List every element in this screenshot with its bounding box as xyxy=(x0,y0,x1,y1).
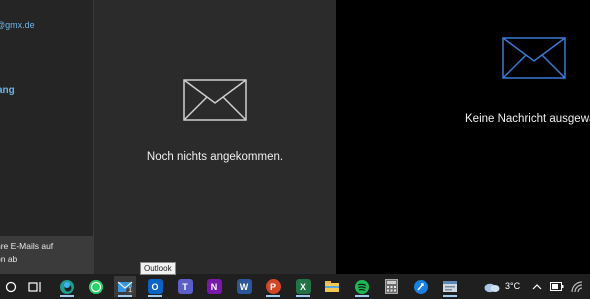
show-hidden-icons-button[interactable] xyxy=(526,276,548,297)
taskbar-app-powerpoint[interactable]: P xyxy=(262,276,284,297)
taskbar-app-window[interactable] xyxy=(439,276,461,297)
taskbar-app-whatsapp[interactable] xyxy=(85,276,107,297)
running-indicator xyxy=(118,295,132,297)
running-indicator xyxy=(355,295,369,297)
task-view-button[interactable] xyxy=(24,276,46,297)
running-indicator xyxy=(443,295,457,297)
taskbar-tooltip: Outlook xyxy=(140,262,176,275)
no-message-selected-text: Keine Nachricht ausgewä xyxy=(465,113,590,125)
window-app-icon xyxy=(443,281,457,292)
selected-folder-label[interactable]: ang xyxy=(0,85,15,96)
taskbar-app-excel[interactable]: X xyxy=(292,276,314,297)
task-view-icon xyxy=(28,281,41,292)
calculator-icon xyxy=(384,279,398,294)
whatsapp-icon xyxy=(89,279,103,294)
taskbar: 1 O T N W P X 3°C xyxy=(0,274,590,299)
excel-icon: X xyxy=(295,279,311,294)
account-email[interactable]: @gmx.de xyxy=(0,20,35,30)
taskbar-app-spotify[interactable] xyxy=(351,276,373,297)
teams-icon: T xyxy=(177,279,193,294)
running-indicator xyxy=(148,295,162,297)
promo-line-1: hre E-Mails auf xyxy=(0,241,54,251)
search-button[interactable] xyxy=(0,276,22,297)
running-indicator xyxy=(296,295,310,297)
running-indicator xyxy=(60,295,74,297)
taskbar-app-outlook[interactable]: O xyxy=(144,276,166,297)
weather-widget[interactable] xyxy=(481,276,503,297)
envelope-icon xyxy=(183,79,247,121)
weather-temperature[interactable]: 3°C xyxy=(505,281,520,291)
unread-badge: 1 xyxy=(126,287,134,294)
powerpoint-icon: P xyxy=(265,279,281,294)
taskbar-app-edge[interactable] xyxy=(56,276,78,297)
taskbar-app-teams[interactable]: T xyxy=(174,276,196,297)
word-icon: W xyxy=(236,279,252,294)
envelope-icon xyxy=(502,37,566,79)
reading-pane: Keine Nachricht ausgewä xyxy=(336,0,590,274)
promo-line-2: on ab xyxy=(0,254,18,264)
empty-list-message: Noch nichts angekommen. xyxy=(146,151,284,163)
taskbar-app-blue[interactable] xyxy=(410,276,432,297)
taskbar-app-file-explorer[interactable] xyxy=(321,276,343,297)
onenote-icon: N xyxy=(206,279,222,294)
cloud-icon xyxy=(484,283,500,292)
taskbar-app-calculator[interactable] xyxy=(380,276,402,297)
folder-pane: @gmx.de ang hre E-Mails auf on ab xyxy=(0,0,93,274)
taskbar-app-mail[interactable]: 1 xyxy=(114,276,136,297)
battery-button[interactable] xyxy=(546,276,568,297)
taskbar-app-word[interactable]: W xyxy=(233,276,255,297)
edge-icon xyxy=(60,279,74,294)
spotify-icon xyxy=(355,279,369,294)
promo-banner[interactable]: hre E-Mails auf on ab xyxy=(0,236,93,274)
folder-icon xyxy=(325,281,339,292)
search-circle-icon xyxy=(5,281,17,292)
chevron-up-icon xyxy=(532,284,542,290)
taskbar-app-onenote[interactable]: N xyxy=(203,276,225,297)
running-indicator xyxy=(266,295,280,297)
network-icon xyxy=(571,280,583,292)
network-button[interactable] xyxy=(566,276,588,297)
battery-icon xyxy=(550,282,564,291)
message-list-pane: Noch nichts angekommen. xyxy=(94,0,336,274)
blue-app-icon xyxy=(414,279,428,294)
outlook-icon: O xyxy=(147,279,163,294)
